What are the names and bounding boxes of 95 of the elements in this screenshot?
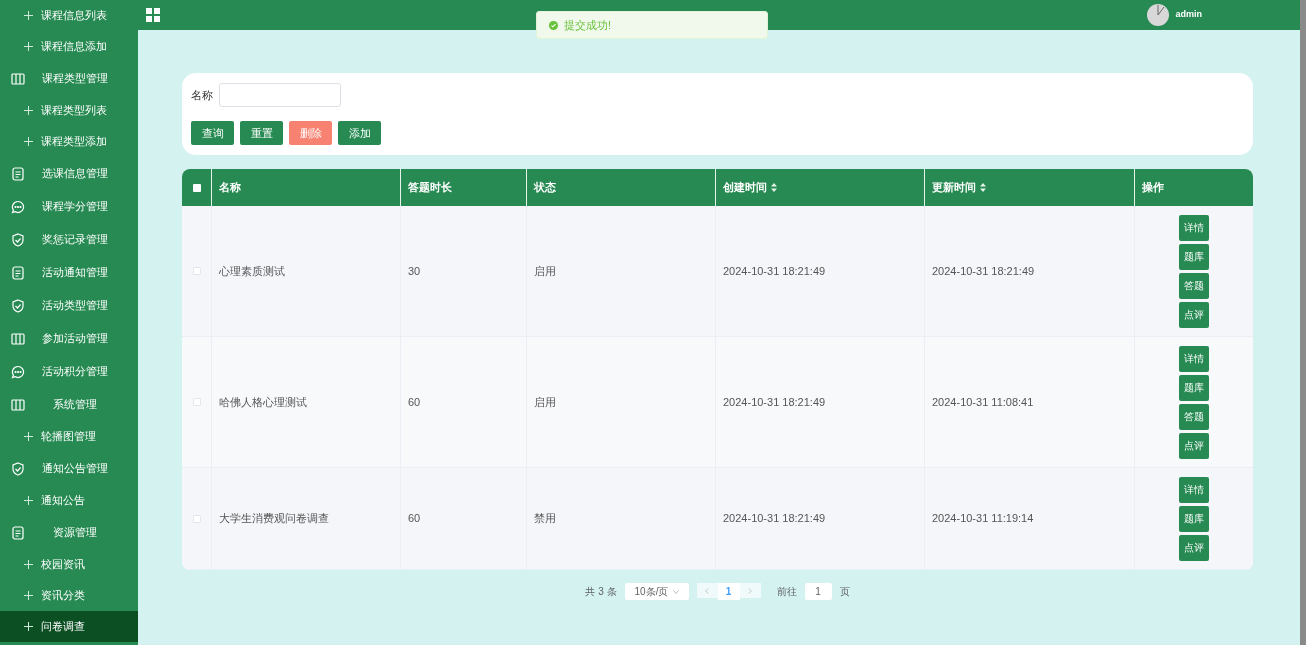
chat-icon (11, 199, 25, 214)
grid-menu-icon[interactable] (146, 8, 160, 22)
action-button[interactable]: 重置 (240, 121, 283, 145)
sidebar-item[interactable]: 课程类型列表 (0, 95, 138, 126)
table-cell-text: 启用 (534, 263, 556, 279)
row-action-button[interactable]: 答题 (1179, 403, 1209, 430)
checkbox[interactable] (192, 267, 201, 275)
action-button[interactable]: 添加 (338, 121, 381, 145)
plus-icon (24, 560, 33, 569)
shield-icon (11, 298, 25, 313)
success-icon (549, 20, 558, 30)
plus-icon (24, 137, 33, 146)
table-cell-text: 2024-10-31 11:19:14 (932, 511, 1034, 527)
row-action-button[interactable]: 答题 (1179, 272, 1209, 299)
sidebar-item[interactable]: 通知公告管理 (0, 452, 138, 485)
document-icon (11, 166, 25, 181)
sidebar-item[interactable]: 奖惩记录管理 (0, 223, 138, 256)
plus-icon (24, 11, 33, 20)
document-icon (11, 525, 25, 540)
table-cell-text: 启用 (534, 394, 556, 410)
sort-icon[interactable] (771, 183, 777, 192)
sidebar-item[interactable]: 资讯分类 (0, 580, 138, 611)
sidebar-item[interactable]: 通知公告 (0, 485, 138, 516)
row-action-button[interactable]: 详情 (1179, 214, 1209, 241)
row-action-button[interactable]: 题库 (1179, 374, 1209, 401)
sort-icon[interactable] (980, 183, 986, 192)
action-button[interactable]: 查询 (191, 121, 234, 145)
columns-icon (11, 397, 25, 412)
plus-icon (24, 106, 33, 115)
chat-icon (11, 364, 25, 379)
sidebar-item[interactable]: 活动类型管理 (0, 289, 138, 322)
checkbox[interactable] (192, 398, 201, 406)
row-action-button[interactable]: 点评 (1179, 432, 1209, 459)
prev-page-button[interactable] (696, 583, 718, 598)
toast-message: 提交成功! (564, 17, 612, 33)
field-label: 名称 (191, 87, 213, 103)
sidebar-item[interactable]: 资源管理 (0, 516, 138, 549)
goto-page-input[interactable]: 1 (804, 583, 832, 600)
page-button[interactable]: 1 (717, 583, 740, 600)
table-cell-text: 30 (408, 263, 421, 279)
sidebar-item[interactable]: 选课信息管理 (0, 157, 138, 190)
row-action-button[interactable]: 详情 (1179, 476, 1209, 503)
sidebar-item[interactable]: 课程信息添加 (0, 31, 138, 62)
table-cell-text: 2024-10-31 11:08:41 (932, 394, 1034, 410)
table-cell-text: 大学生消费观问卷调查 (219, 511, 329, 527)
sidebar-item[interactable]: 课程类型添加 (0, 126, 138, 157)
table-cell-text: 60 (408, 511, 421, 527)
row-action-button[interactable]: 题库 (1179, 243, 1209, 270)
row-action-button[interactable]: 点评 (1179, 534, 1209, 561)
sidebar-item[interactable]: 参加活动管理 (0, 322, 138, 355)
sidebar-item[interactable]: 问卷调查 (0, 611, 138, 642)
sidebar-item[interactable]: 系统管理 (0, 388, 138, 421)
columns-icon (11, 331, 25, 346)
sidebar-item[interactable]: 活动积分管理 (0, 355, 138, 388)
plus-icon (24, 591, 33, 600)
column-header: 操作 (1141, 180, 1165, 196)
table-cell-text: 哈佛人格心理测试 (219, 394, 307, 410)
sidebar-item[interactable]: 校园资讯 (0, 549, 138, 580)
chevron-left-icon (705, 587, 710, 594)
sidebar-item[interactable]: 课程学分管理 (0, 190, 138, 223)
checkbox[interactable] (192, 514, 201, 523)
columns-icon (11, 71, 25, 86)
shield-icon (11, 232, 25, 247)
shield-icon (11, 461, 25, 476)
chevron-down-icon (672, 589, 679, 594)
sidebar-item[interactable]: 课程信息列表 (0, 0, 138, 31)
table-cell-text: 禁用 (534, 511, 556, 527)
goto-suffix: 页 (839, 585, 850, 599)
chevron-right-icon (748, 587, 753, 594)
plus-icon (24, 432, 33, 441)
plus-icon (24, 42, 33, 51)
row-action-button[interactable]: 点评 (1179, 301, 1209, 328)
sidebar-item[interactable]: 活动通知管理 (0, 256, 138, 289)
page-size-select[interactable]: 10条/页 (624, 583, 689, 600)
document-icon (11, 265, 25, 280)
row-action-button[interactable]: 详情 (1179, 345, 1209, 372)
table-cell-text: 60 (408, 394, 421, 410)
name-input[interactable] (219, 83, 341, 107)
checkbox[interactable] (192, 183, 201, 192)
user-name[interactable]: admin (1175, 8, 1202, 22)
table-cell-text: 2024-10-31 18:21:49 (723, 511, 826, 527)
avatar[interactable] (1147, 4, 1170, 26)
sidebar-item[interactable]: 课程类型管理 (0, 62, 138, 95)
action-button[interactable]: 删除 (289, 121, 332, 145)
table-cell-text: 2024-10-31 18:21:49 (723, 263, 826, 279)
next-page-button[interactable] (739, 583, 761, 598)
table-cell-text: 2024-10-31 18:21:49 (932, 263, 1035, 279)
row-action-button[interactable]: 题库 (1179, 505, 1209, 532)
plus-icon (24, 622, 33, 631)
goto-label: 前往 (776, 585, 797, 599)
table-cell-text: 2024-10-31 18:21:49 (723, 394, 826, 410)
total-count: 共 3 条 (585, 585, 617, 599)
sidebar-item[interactable]: 轮播图管理 (0, 421, 138, 452)
table-cell-text: 心理素质测试 (219, 263, 285, 279)
plus-icon (24, 496, 33, 505)
